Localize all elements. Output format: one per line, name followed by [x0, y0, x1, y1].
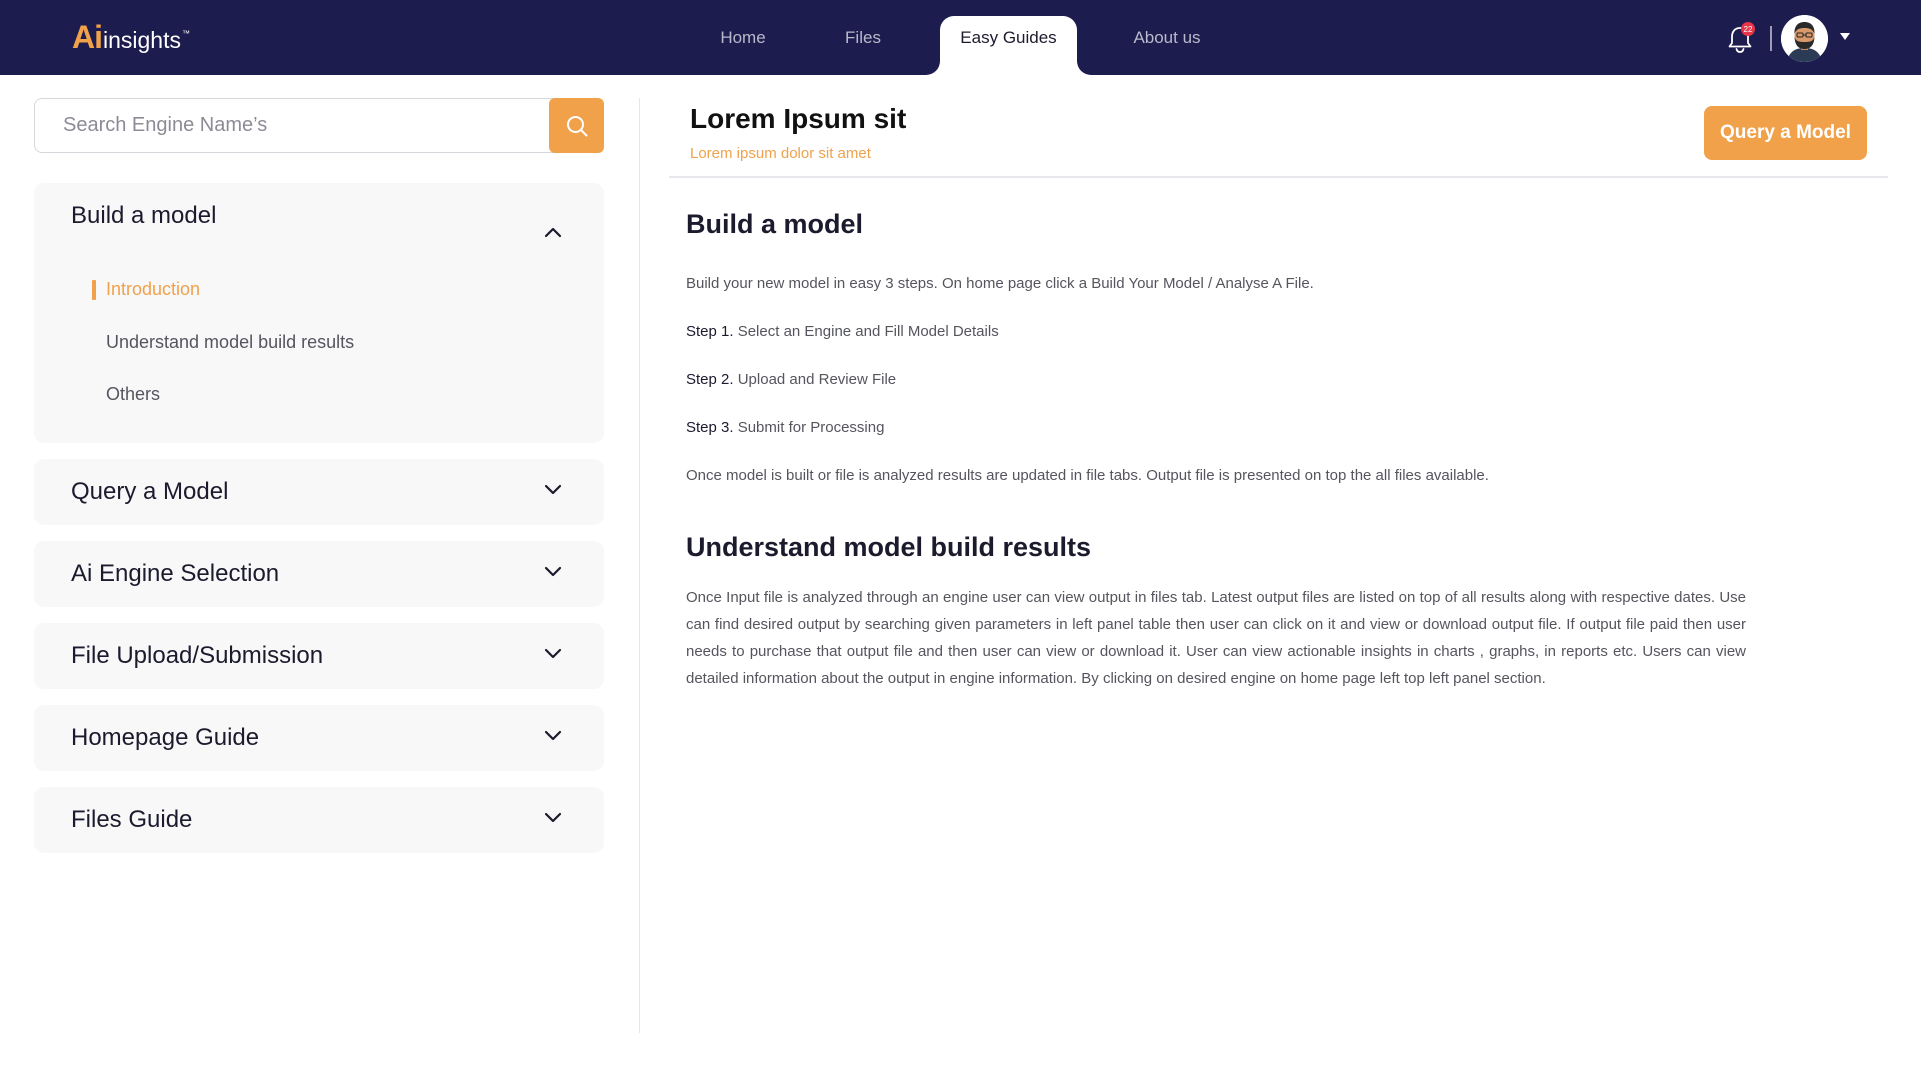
nav-easy-guides[interactable]: Easy Guides [940, 16, 1077, 75]
step-text: Select an Engine and Fill Model Details [733, 323, 999, 340]
section-heading-build-a-model: Build a model [686, 209, 864, 239]
step-text: Upload and Review File [733, 371, 897, 388]
accordion-query-a-model[interactable]: Query a Model [34, 459, 604, 525]
chevron-down-icon[interactable] [544, 648, 562, 659]
panel-divider [639, 98, 640, 1033]
page-title: Lorem Ipsum sit [690, 103, 907, 134]
user-avatar[interactable] [1781, 15, 1828, 62]
accordion-header-build-a-model[interactable]: Build a model [34, 183, 604, 249]
sidebar-item-introduction[interactable]: Introduction [106, 279, 200, 300]
accordion-ai-engine-selection[interactable]: Ai Engine Selection [34, 541, 604, 607]
nav-about-us[interactable]: About us [1122, 0, 1212, 75]
chevron-up-icon[interactable] [544, 227, 562, 238]
accordion-build-a-model: Build a model Introduction Understand mo… [34, 183, 604, 443]
step-label: Step 3. [686, 419, 734, 436]
top-bar: Ai insights ™ Home Files Easy Guides Abo… [0, 0, 1921, 75]
chevron-down-icon[interactable] [544, 812, 562, 823]
accordion-title: Homepage Guide [71, 724, 260, 751]
search-input[interactable] [63, 99, 563, 152]
header-divider-line [669, 176, 1888, 178]
accordion-homepage-guide[interactable]: Homepage Guide [34, 705, 604, 771]
accordion-title: Files Guide [71, 806, 193, 833]
accordion-title: Query a Model [71, 478, 229, 505]
query-a-model-button[interactable]: Query a Model [1704, 106, 1867, 160]
step-text: Submit for Processing [733, 419, 885, 436]
active-indicator [92, 280, 96, 300]
chevron-down-icon[interactable] [544, 566, 562, 577]
search-button[interactable] [549, 98, 604, 153]
section-intro: Build your new model in easy 3 steps. On… [686, 275, 1314, 292]
avatar-icon [1781, 15, 1828, 62]
accordion-title: Build a model [71, 202, 217, 229]
search-box [34, 98, 604, 153]
step-label: Step 2. [686, 371, 734, 388]
accordion-title: Ai Engine Selection [71, 560, 280, 587]
step-label: Step 1. [686, 323, 734, 340]
accordion-file-upload[interactable]: File Upload/Submission [34, 623, 604, 689]
chevron-down-icon[interactable] [544, 484, 562, 495]
nav-files[interactable]: Files [828, 0, 898, 75]
section-heading-understand-results: Understand model build results [686, 532, 1092, 562]
search-icon [566, 115, 587, 136]
section-outro: Once model is built or file is analyzed … [686, 467, 1489, 484]
chevron-down-icon[interactable] [544, 730, 562, 741]
header-divider [1770, 26, 1772, 51]
section-body: Once Input file is analyzed through an e… [686, 589, 1746, 687]
accordion-files-guide[interactable]: Files Guide [34, 787, 604, 853]
nav-home[interactable]: Home [706, 0, 780, 75]
caret-down-icon[interactable] [1840, 33, 1850, 41]
main-nav: Home Files Easy Guides About us [0, 0, 1921, 75]
step-3: Step 3. Submit for Processing [686, 419, 884, 436]
accordion-title: File Upload/Submission [71, 642, 324, 669]
sidebar-item-understand-results[interactable]: Understand model build results [106, 332, 354, 353]
step-1: Step 1. Select an Engine and Fill Model … [686, 323, 999, 340]
sidebar-item-others[interactable]: Others [106, 384, 160, 405]
page-subtitle: Lorem ipsum dolor sit amet [690, 145, 871, 162]
notification-badge: 22 [1741, 22, 1755, 36]
step-2: Step 2. Upload and Review File [686, 371, 896, 388]
